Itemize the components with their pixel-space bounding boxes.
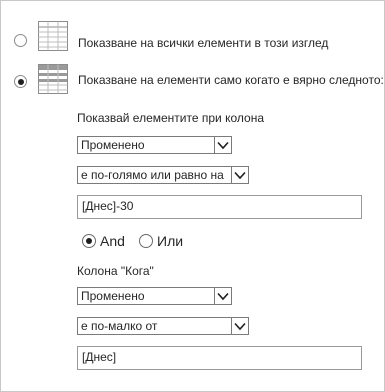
condition2-value-input[interactable] [82,350,337,364]
condition1-operator-value: е по-голямо или равно на [81,168,224,182]
condition2-column-value: Променено [81,289,145,303]
column-label: Показвай елементите при колона [77,111,264,125]
condition1-value-field[interactable] [77,195,362,219]
condition2-operator-value: е по-малко от [81,319,158,333]
show-all-label[interactable]: Показване на всички елементи в този изгл… [78,36,328,50]
or-label[interactable]: Или [157,233,183,249]
condition2-value-field[interactable] [77,346,362,370]
condition2-operator-select[interactable]: е по-малко от [77,317,249,335]
show-filtered-label[interactable]: Показване на елементи само когато е вярн… [78,73,384,87]
table-filter-icon [38,64,68,99]
chevron-down-icon[interactable] [231,167,248,183]
show-all-radio[interactable] [14,34,27,47]
condition1-operator-select[interactable]: е по-голямо или равно на [77,166,249,184]
condition1-value-input[interactable] [82,199,337,213]
condition2-column-select[interactable]: Променено [77,287,232,305]
table-all-icon [38,21,68,56]
and-radio[interactable] [82,234,96,248]
or-radio[interactable] [139,234,153,248]
condition1-column-value: Променено [81,138,145,152]
condition1-column-select[interactable]: Променено [77,136,232,154]
chevron-down-icon[interactable] [214,137,231,153]
condition2-column-label: Колона "Кога" [77,264,154,278]
show-filtered-radio[interactable] [14,75,27,88]
chevron-down-icon[interactable] [214,288,231,304]
filter-panel: Показване на всички елементи в този изгл… [0,0,385,392]
and-label[interactable]: And [100,233,125,249]
chevron-down-icon[interactable] [231,318,248,334]
